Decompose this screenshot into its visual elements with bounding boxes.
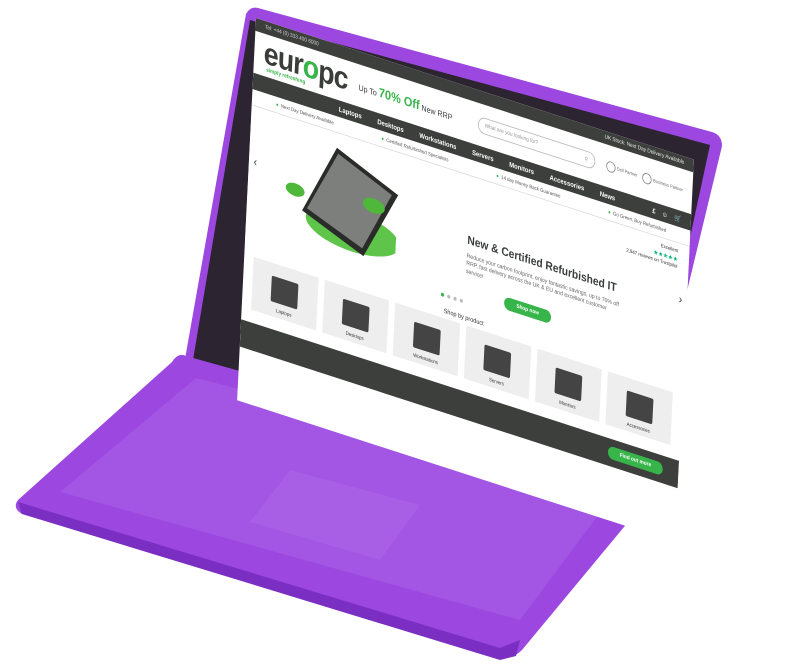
promo-value: 70% Off xyxy=(378,84,421,113)
monitor-thumb xyxy=(554,367,583,402)
promo-suffix: New RRP xyxy=(421,103,453,123)
promo-prefix: Up To xyxy=(358,82,378,98)
currency-icon[interactable]: £ xyxy=(652,206,656,215)
category-label: Workstations xyxy=(413,352,439,367)
hp-partner-badge: Business Partner xyxy=(641,171,683,196)
search-icon[interactable]: ⚲ xyxy=(584,155,588,163)
find-out-more-button[interactable]: Find out more xyxy=(607,445,664,476)
carousel-dots[interactable] xyxy=(440,292,463,304)
desktop-thumb xyxy=(341,298,370,333)
carousel-prev-icon[interactable]: ‹ xyxy=(253,154,257,169)
workstation-thumb xyxy=(412,321,441,356)
keyboard-thumb xyxy=(625,390,654,425)
carousel-next-icon[interactable]: › xyxy=(678,292,682,307)
dell-partner-badge: Dell Partner xyxy=(605,159,638,181)
device-mockup: Tel: +44 (0) 333 400 6000 UK Stock: Next… xyxy=(0,0,800,664)
cart-icon[interactable]: 🛒 xyxy=(674,213,682,224)
server-thumb xyxy=(483,344,512,379)
category-label: Desktops xyxy=(345,330,364,343)
search-placeholder: What are you looking for? xyxy=(484,123,539,147)
category-label: Monitors xyxy=(558,399,576,411)
category-label: Accessories xyxy=(626,421,651,435)
laptop-thumb xyxy=(270,275,299,310)
nav-news[interactable]: News xyxy=(600,189,616,202)
category-label: Servers xyxy=(488,377,505,388)
category-label: Laptops xyxy=(275,308,292,319)
account-icon[interactable]: ☺ xyxy=(662,209,668,219)
